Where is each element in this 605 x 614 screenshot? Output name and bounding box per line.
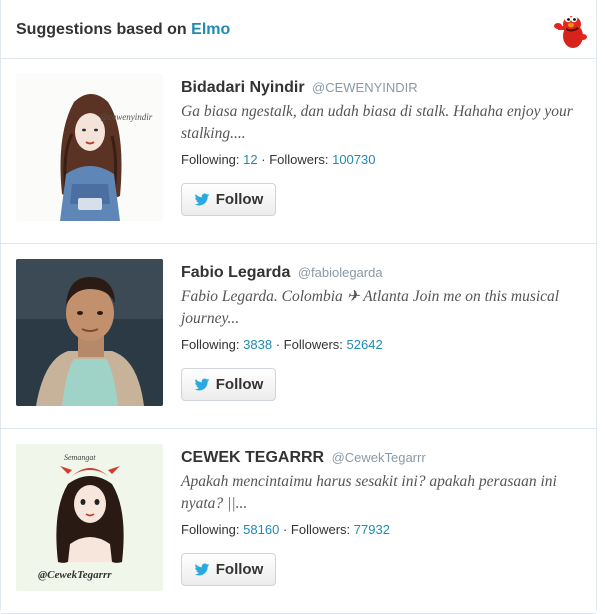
suggestion-info: CEWEK TEGARRR @CewekTegarrr Apakah menci… bbox=[181, 448, 581, 539]
suggestion-info: Fabio Legarda @fabiolegarda Fabio Legard… bbox=[181, 263, 581, 354]
suggestion-card: Semangat @CewekTegarrr CEWEK TEGARRR @Ce… bbox=[1, 429, 596, 614]
panel-header: Suggestions based on Elmo bbox=[1, 0, 596, 59]
user-bio: Apakah mencintaimu harus sesakit ini? ap… bbox=[181, 473, 557, 512]
followers-count-link[interactable]: 52642 bbox=[347, 337, 383, 352]
followers-count-link[interactable]: 77932 bbox=[354, 522, 390, 537]
user-name-link[interactable]: Fabio Legarda bbox=[181, 264, 290, 281]
stats-separator: · bbox=[282, 522, 288, 537]
title-highlight-link[interactable]: Elmo bbox=[191, 21, 230, 38]
follow-button-label: Follow bbox=[215, 561, 264, 578]
follow-button-label: Follow bbox=[215, 376, 264, 393]
stats-separator: · bbox=[275, 337, 281, 352]
following-label: Following: bbox=[181, 522, 240, 537]
profile-avatar[interactable]: Semangat @CewekTegarrr bbox=[16, 444, 163, 591]
follow-button[interactable]: Follow bbox=[181, 368, 276, 401]
following-label: Following: bbox=[181, 152, 240, 167]
follow-button[interactable]: Follow bbox=[181, 183, 276, 216]
avatar-watermark-text: @CewekTegarrr bbox=[38, 569, 112, 581]
following-count-link[interactable]: 12 bbox=[243, 152, 257, 167]
user-handle: @CEWENYINDIR bbox=[312, 80, 418, 95]
avatar-top-text: Semangat bbox=[64, 453, 96, 462]
following-count-link[interactable]: 3838 bbox=[243, 337, 272, 352]
panel-title: Suggestions based on Elmo bbox=[16, 21, 230, 39]
suggestions-panel: Suggestions based on Elmo @cewenyindir B… bbox=[0, 0, 597, 614]
profile-avatar[interactable]: @cewenyindir bbox=[16, 74, 163, 221]
elmo-avatar-icon[interactable] bbox=[553, 12, 589, 48]
user-stats: Following: 58160 · Followers: 77932 bbox=[181, 521, 581, 539]
user-stats: Following: 3838 · Followers: 52642 bbox=[181, 336, 581, 354]
user-bio: Ga biasa ngestalk, dan udah biasa di sta… bbox=[181, 103, 573, 142]
following-label: Following: bbox=[181, 337, 240, 352]
twitter-bird-icon bbox=[194, 563, 210, 575]
suggestion-card: @cewenyindir Bidadari Nyindir @CEWENYIND… bbox=[1, 59, 596, 244]
user-name-link[interactable]: CEWEK TEGARRR bbox=[181, 449, 324, 466]
title-prefix: Suggestions based on bbox=[16, 21, 187, 38]
following-count-link[interactable]: 58160 bbox=[243, 522, 279, 537]
avatar-watermark-text: @cewenyindir bbox=[100, 112, 153, 122]
followers-count-link[interactable]: 100730 bbox=[332, 152, 375, 167]
followers-label: Followers: bbox=[283, 337, 343, 352]
user-name-link[interactable]: Bidadari Nyindir bbox=[181, 79, 305, 96]
suggestion-info: Bidadari Nyindir @CEWENYINDIR Ga biasa n… bbox=[181, 78, 581, 169]
user-stats: Following: 12 · Followers: 100730 bbox=[181, 151, 581, 169]
twitter-bird-icon bbox=[194, 193, 210, 205]
follow-button-label: Follow bbox=[215, 191, 264, 208]
user-handle: @CewekTegarrr bbox=[331, 450, 426, 465]
follow-button[interactable]: Follow bbox=[181, 553, 276, 586]
followers-label: Followers: bbox=[269, 152, 329, 167]
twitter-bird-icon bbox=[194, 378, 210, 390]
followers-label: Followers: bbox=[290, 522, 351, 537]
user-bio: Fabio Legarda. Colombia ✈ Atlanta Join m… bbox=[181, 288, 560, 327]
suggestion-card: Fabio Legarda @fabiolegarda Fabio Legard… bbox=[1, 244, 596, 429]
stats-separator: · bbox=[261, 152, 266, 167]
profile-avatar[interactable] bbox=[16, 259, 163, 406]
user-handle: @fabiolegarda bbox=[297, 265, 383, 280]
